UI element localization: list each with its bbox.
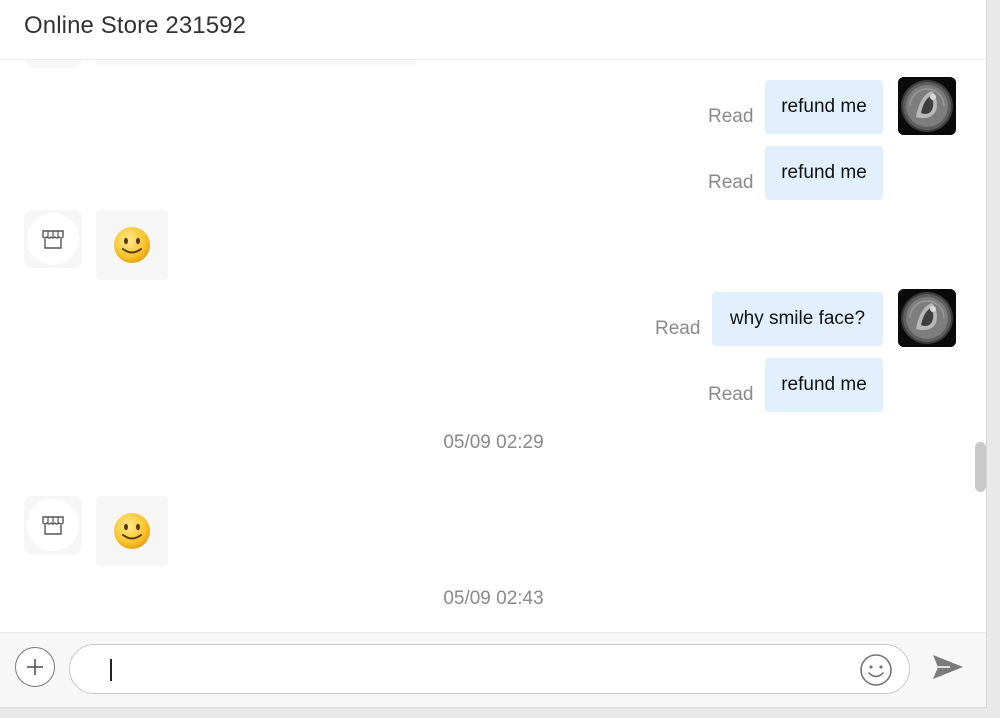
- read-status: Read: [708, 106, 754, 127]
- outgoing-message[interactable]: refund me: [765, 80, 883, 134]
- previous-message-remnant: [96, 60, 416, 66]
- message-text: refund me: [781, 374, 867, 395]
- message-input[interactable]: [69, 644, 910, 694]
- incoming-message[interactable]: [96, 210, 168, 280]
- outgoing-message[interactable]: refund me: [765, 146, 883, 200]
- chat-window: Online Store 231592 Read refund me Read: [0, 0, 987, 708]
- coin-image: [898, 289, 956, 347]
- emoji-button[interactable]: [858, 652, 894, 688]
- store-avatar-circle: [27, 213, 79, 265]
- storefront-icon: [42, 516, 64, 535]
- message-text: refund me: [781, 162, 867, 183]
- read-status: Read: [708, 172, 754, 193]
- smiley-face-emoji: [114, 513, 150, 549]
- read-status: Read: [708, 384, 754, 405]
- attach-button[interactable]: [15, 647, 55, 687]
- timestamp: 05/09 02:43: [443, 588, 544, 609]
- store-avatar[interactable]: [24, 496, 82, 554]
- chat-title: Online Store 231592: [24, 12, 247, 39]
- user-avatar[interactable]: [898, 289, 956, 347]
- read-status: Read: [655, 318, 701, 339]
- timestamp: 05/09 02:29: [443, 432, 544, 453]
- storefront-icon: [42, 230, 64, 249]
- coin-image: [898, 77, 956, 135]
- outgoing-message[interactable]: why smile face?: [712, 292, 883, 346]
- message-list[interactable]: Read refund me Read refund me Read why s…: [0, 60, 986, 632]
- chat-header: Online Store 231592: [0, 0, 986, 60]
- outgoing-message[interactable]: refund me: [765, 358, 883, 412]
- message-text: refund me: [781, 96, 867, 117]
- plus-icon: [27, 659, 43, 675]
- user-avatar[interactable]: [898, 77, 956, 135]
- message-text: why smile face?: [729, 308, 866, 329]
- text-caret: [110, 659, 112, 681]
- smiley-face-emoji: [114, 227, 150, 263]
- store-avatar-circle: [27, 499, 79, 551]
- previous-avatar-remnant: [24, 60, 82, 68]
- store-avatar[interactable]: [24, 210, 82, 268]
- smiley-icon: [860, 654, 892, 686]
- send-button[interactable]: [930, 650, 966, 684]
- incoming-message[interactable]: [96, 496, 168, 566]
- scrollbar-thumb[interactable]: [975, 442, 986, 492]
- send-icon: [933, 655, 963, 679]
